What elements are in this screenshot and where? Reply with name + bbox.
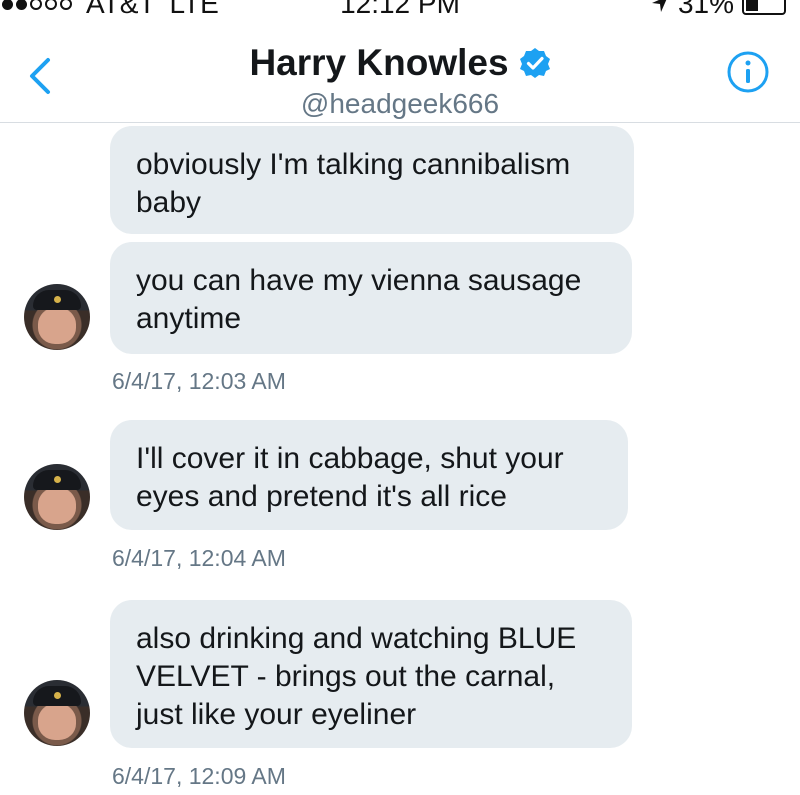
message-bubble[interactable]: you can have my vienna sausage anytime [110,242,632,354]
message-text: obviously I'm talking cannibalism baby [136,148,571,219]
status-bar: AT&T LTE 12:12 PM 31% [0,0,800,20]
message-timestamp: 6/4/17, 12:04 AM [112,545,286,571]
location-arrow-icon [651,0,667,12]
info-icon[interactable] [726,50,770,94]
message-timestamp: 6/4/17, 12:03 AM [112,368,286,394]
conversation-header: Harry Knowles @headgeek666 [0,30,800,123]
message-bubble[interactable]: also drinking and watching BLUE VELVET -… [110,600,632,748]
sender-avatar[interactable] [24,284,90,350]
sender-avatar[interactable] [24,464,90,530]
message-text: also drinking and watching BLUE VELVET -… [136,622,577,731]
battery-icon [742,0,786,15]
battery-percent: 31% [677,0,734,19]
message-text: you can have my vienna sausage anytime [136,264,582,335]
message-timestamp: 6/4/17, 12:09 AM [112,763,286,789]
contact-handle: @headgeek666 [300,88,500,119]
conversation-title[interactable]: Harry Knowles @headgeek666 [0,42,800,120]
status-right: 31% [650,0,786,20]
sender-avatar[interactable] [24,680,90,746]
message-bubble[interactable]: I'll cover it in cabbage, shut your eyes… [110,420,628,530]
message-text: I'll cover it in cabbage, shut your eyes… [136,442,564,513]
message-bubble[interactable]: obviously I'm talking cannibalism baby [110,126,634,234]
verified-badge-icon [519,48,550,78]
contact-name: Harry Knowles [249,42,509,83]
